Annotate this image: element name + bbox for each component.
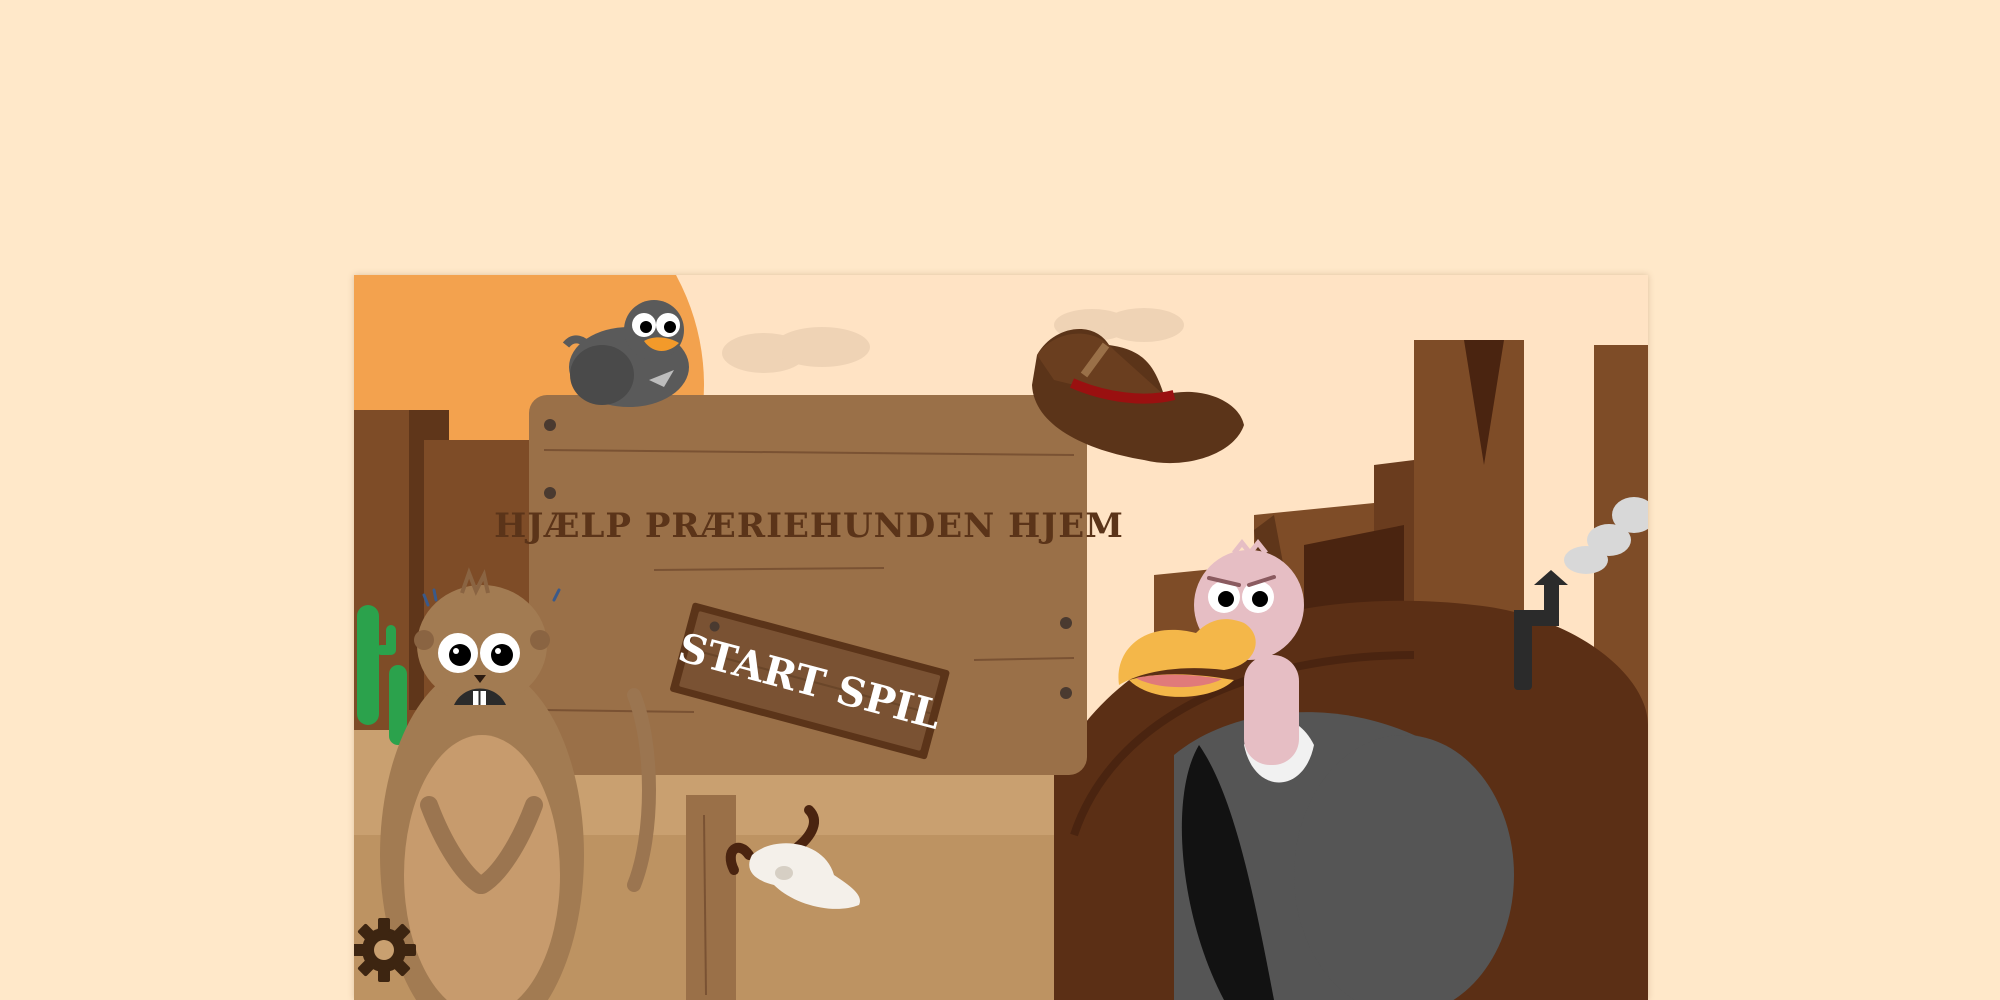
game-canvas: HJÆLP PRÆRIEHUNDEN HJEM START SPIL xyxy=(354,275,1648,1000)
game-title: HJÆLP PRÆRIEHUNDEN HJEM xyxy=(494,506,1124,546)
settings-gear-button[interactable] xyxy=(354,918,416,982)
sign-post xyxy=(686,795,736,1000)
gear-icon xyxy=(354,918,416,982)
